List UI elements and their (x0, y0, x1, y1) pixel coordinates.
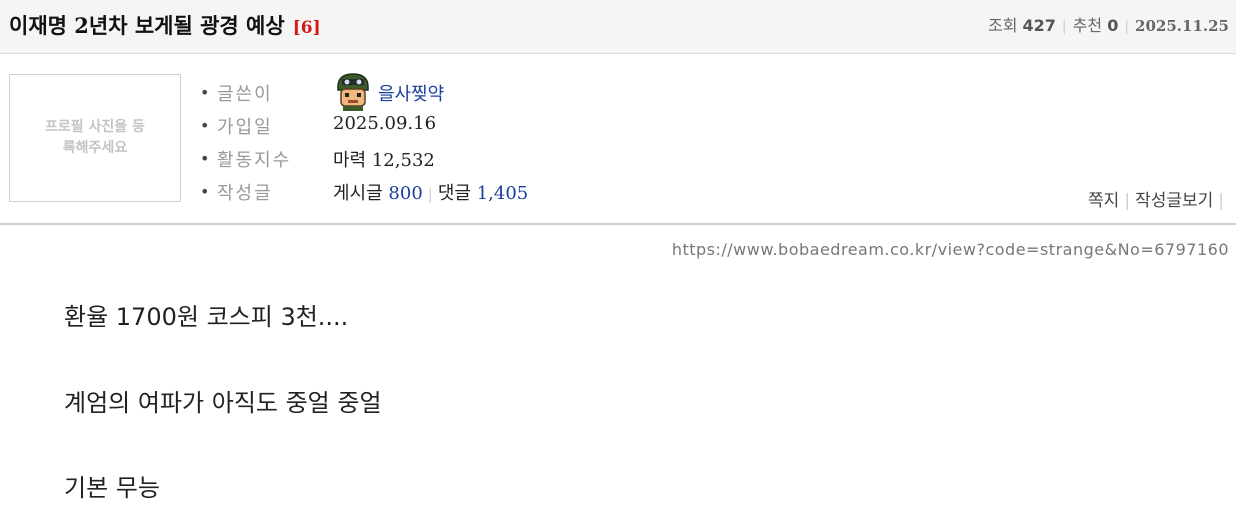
activity-score: 마력 12,532 (333, 146, 435, 172)
author-nickname[interactable]: 을사찢약 (378, 80, 444, 106)
join-date: 2025.09.16 (333, 113, 437, 134)
info-label: 가입일 (217, 117, 273, 138)
author-info: • 글쓴이 을사찢약 • 가입일 2025.09.16 • 활동지수 마력 12… (200, 71, 720, 210)
info-label: 활동지수 (217, 150, 292, 171)
info-label: 글쓴이 (217, 84, 273, 105)
post-url[interactable]: https://www.bobaedream.co.kr/view?code=s… (672, 240, 1229, 259)
comment-count[interactable]: [6] (293, 18, 321, 38)
recommend-label: 추천 (1072, 16, 1103, 35)
link-separator: | (1218, 191, 1224, 211)
views-count: 427 (1022, 16, 1056, 35)
profile-links: 쪽지 | 작성글보기 | (1088, 186, 1229, 211)
info-row-joined: • 가입일 2025.09.16 (200, 111, 720, 144)
posts-label: 게시글 (333, 183, 383, 204)
bullet-icon: • (200, 149, 210, 168)
profile-photo-text: 프로필 사진을 등록해주세요 (45, 119, 145, 156)
link-separator: | (1124, 191, 1131, 211)
activity-score-value: 12,532 (371, 150, 435, 171)
post-title: 이재명 2년차 보게될 광경 예상 [6] (9, 10, 321, 40)
post-title-text: 이재명 2년차 보게될 광경 예상 (9, 13, 285, 38)
info-label: 작성글 (217, 183, 273, 204)
section-divider (0, 223, 1236, 225)
writings-separator: | (427, 185, 433, 203)
post-header: 이재명 2년차 보게될 광경 예상 [6] 조회 427 | 추천 0 | 2025.11… (0, 0, 1236, 54)
profile-photo-placeholder: 프로필 사진을 등록해주세요 (9, 74, 181, 202)
views-label: 조회 (987, 16, 1018, 35)
recommend-count: 0 (1107, 16, 1119, 35)
info-row-activity: • 활동지수 마력 12,532 (200, 144, 720, 177)
meta-separator: | (1124, 19, 1130, 35)
comments-label: 댓글 (437, 183, 471, 204)
comments-count[interactable]: 1,405 (477, 183, 529, 204)
bullet-icon: • (200, 83, 210, 102)
post-meta: 조회 427 | 추천 0 | 2025.11.25 (988, 12, 1229, 36)
info-row-author: • 글쓴이 을사찢약 (200, 71, 720, 111)
post-line: 기본 무능 (64, 474, 160, 502)
pixel-soldier-avatar-icon[interactable] (333, 71, 373, 111)
posts-count[interactable]: 800 (388, 183, 422, 204)
post-line: 환율 1700원 코스피 3천.... (64, 303, 349, 331)
view-posts-link[interactable]: 작성글보기 (1135, 191, 1213, 211)
post-date: 2025.11.25 (1135, 17, 1229, 35)
post-line: 계엄의 여파가 아직도 중얼 중얼 (64, 389, 382, 417)
activity-score-label: 마력 (333, 150, 367, 171)
message-link[interactable]: 쪽지 (1088, 191, 1119, 211)
writings-summary: 게시글 800 | 댓글 1,405 (333, 179, 528, 205)
meta-separator: | (1061, 19, 1067, 35)
bullet-icon: • (200, 116, 210, 135)
bullet-icon: • (200, 182, 210, 201)
info-row-writings: • 작성글 게시글 800 | 댓글 1,405 (200, 177, 720, 210)
